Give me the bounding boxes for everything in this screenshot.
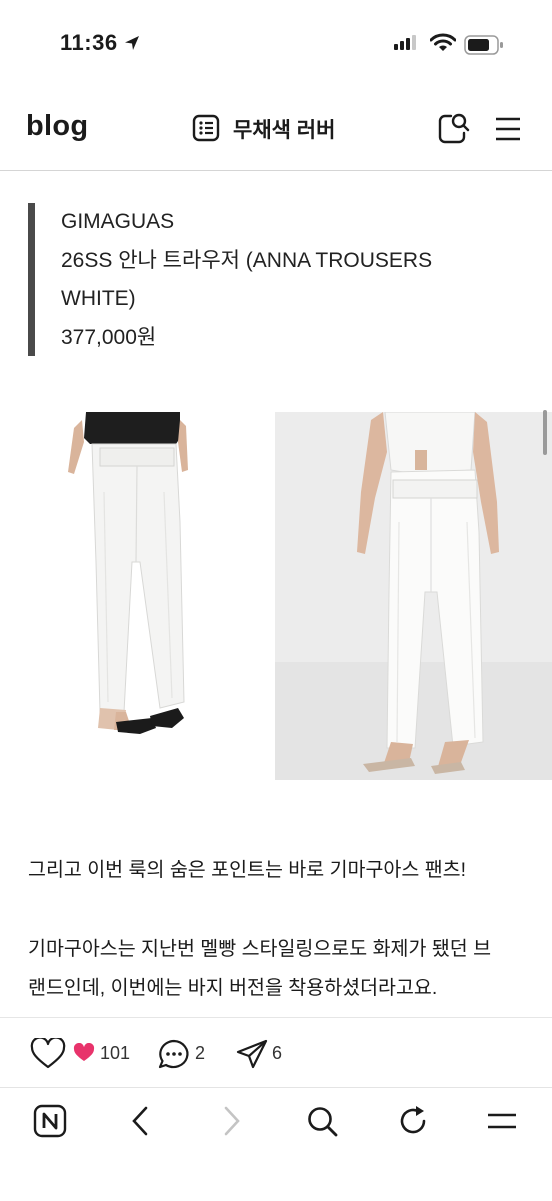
search-icon[interactable] bbox=[305, 1104, 339, 1143]
comment-count: 2 bbox=[195, 1043, 206, 1063]
blog-header: blog 무채색 러버 bbox=[0, 90, 552, 171]
blog-title[interactable]: 무채색 러버 bbox=[233, 114, 335, 144]
quote-price: 377,000원 bbox=[61, 325, 157, 349]
location-arrow-icon bbox=[123, 34, 141, 57]
like-count: 101 bbox=[100, 1043, 131, 1063]
like-heart-filled-icon bbox=[73, 1042, 95, 1068]
product-photo-left[interactable] bbox=[0, 412, 266, 780]
quote-product-line-1: 26SS 안나 트라우저 (ANNA TROUSERS bbox=[61, 248, 433, 272]
share-send-icon[interactable] bbox=[235, 1038, 269, 1075]
social-action-bar: 101 2 6 bbox=[0, 1017, 552, 1088]
refresh-icon[interactable] bbox=[396, 1104, 430, 1143]
scrollbar-thumb[interactable] bbox=[543, 410, 547, 455]
quote-product-line-2: WHITE) bbox=[61, 287, 136, 310]
product-quote-block: GIMAGUAS 26SS 안나 트라우저 (ANNA TROUSERS WHI… bbox=[28, 203, 515, 356]
search-icon[interactable] bbox=[437, 111, 471, 150]
cellular-signal-icon bbox=[394, 34, 420, 55]
post-paragraph-2-line-1: 기마구아스는 지난번 멜빵 스타일링으로도 화제가 됐던 브 bbox=[28, 938, 492, 960]
hamburger-menu-icon[interactable] bbox=[494, 116, 522, 147]
forward-chevron-icon[interactable] bbox=[220, 1104, 244, 1143]
back-chevron-icon[interactable] bbox=[128, 1104, 152, 1143]
product-photo-right[interactable] bbox=[275, 412, 552, 780]
share-count: 6 bbox=[272, 1043, 283, 1063]
battery-icon bbox=[464, 35, 504, 60]
post-list-icon[interactable] bbox=[192, 114, 222, 147]
wifi-icon bbox=[429, 33, 457, 58]
naver-home-icon[interactable] bbox=[33, 1104, 67, 1143]
like-heart-outline-icon[interactable] bbox=[30, 1036, 66, 1075]
browser-toolbar bbox=[0, 1087, 552, 1201]
quote-text: GIMAGUAS 26SS 안나 트라우저 (ANNA TROUSERS WHI… bbox=[61, 203, 432, 357]
quote-brand: GIMAGUAS bbox=[61, 210, 175, 233]
status-bar: 11:36 bbox=[0, 0, 552, 90]
post-paragraph-1: 그리고 이번 룩의 숨은 포인트는 바로 기마구아스 팬츠! bbox=[28, 859, 467, 881]
menu-icon[interactable] bbox=[486, 1104, 518, 1143]
post-paragraph-2-line-2: 랜드인데, 이번에는 바지 버전을 착용하셨더라고요. bbox=[28, 977, 438, 999]
blog-logo[interactable]: blog bbox=[26, 110, 88, 143]
status-time: 11:36 bbox=[60, 30, 118, 55]
comment-icon[interactable] bbox=[157, 1038, 191, 1075]
